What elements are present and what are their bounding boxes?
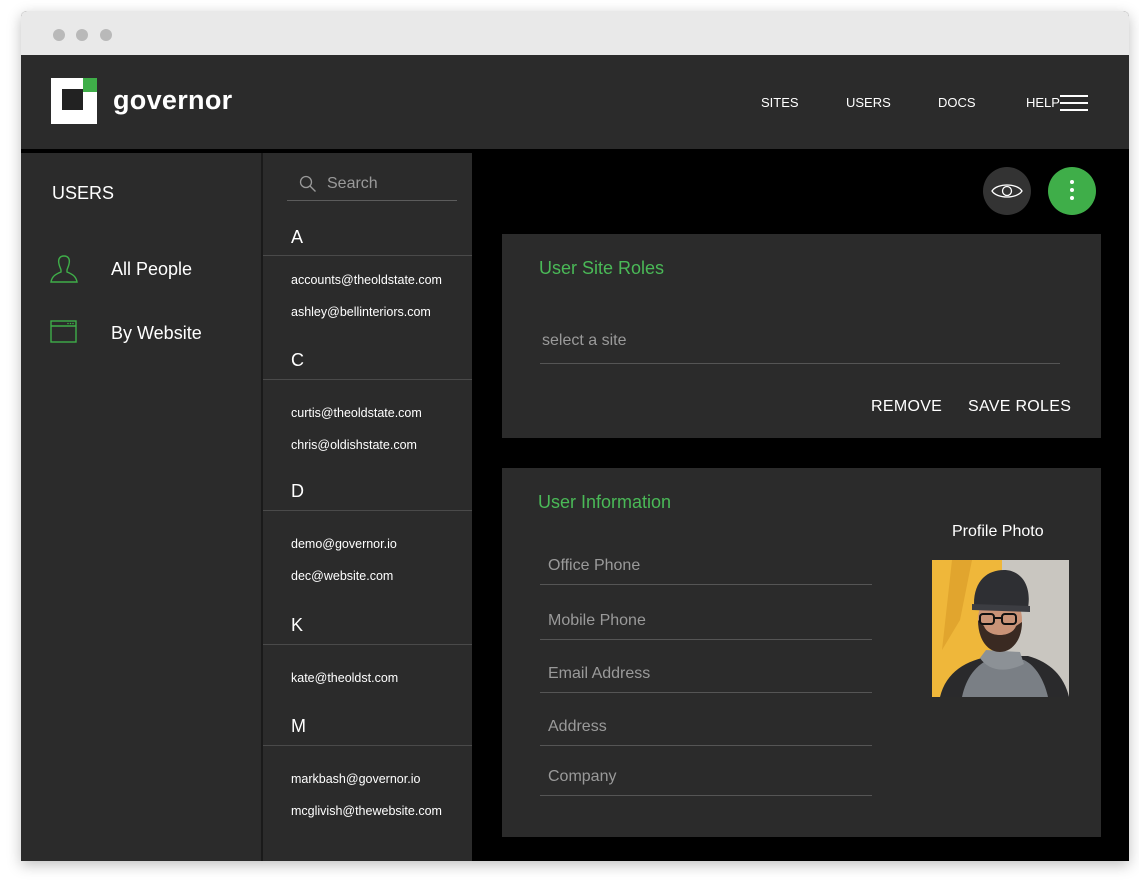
company-input[interactable] [540, 759, 872, 795]
group-divider [263, 510, 472, 511]
group-letter: C [291, 350, 304, 370]
user-email-item[interactable]: accounts@theoldstate.com [291, 273, 442, 287]
browser-chrome [21, 11, 1129, 55]
site-select[interactable]: select a site [540, 320, 1060, 364]
more-options-button[interactable] [1048, 167, 1096, 215]
window-dot-icon[interactable] [76, 29, 88, 41]
save-roles-button[interactable]: SAVE ROLES [968, 398, 1071, 416]
site-roles-title: User Site Roles [539, 258, 665, 278]
office-phone-field [540, 548, 872, 585]
group-letter: K [291, 615, 304, 635]
preview-button[interactable] [983, 167, 1031, 215]
nav-docs[interactable]: DOCS [938, 95, 976, 110]
user-email-item[interactable]: dec@website.com [291, 569, 393, 583]
brand-name: governor [113, 85, 233, 115]
sidebar-item-all-people[interactable]: All People [49, 253, 249, 287]
group-letter: D [291, 481, 304, 501]
user-email-item[interactable]: chris@oldishstate.com [291, 438, 417, 452]
more-vertical-icon [1070, 180, 1074, 184]
group-divider [263, 745, 472, 746]
search-input[interactable] [327, 173, 447, 195]
site-roles-card: User Site Roles select a site REMOVE SAV… [502, 234, 1101, 438]
nav-users[interactable]: USERS [846, 95, 891, 110]
user-information-card: User Information Profile Photo [502, 468, 1101, 837]
search-box [287, 169, 457, 201]
top-navbar: governor SITES USERS DOCS HELP [21, 55, 1129, 149]
company-field [540, 759, 872, 796]
hamburger-menu-icon[interactable] [1060, 95, 1088, 111]
group-divider [263, 644, 472, 645]
email-address-field [540, 656, 872, 693]
site-select-placeholder: select a site [542, 332, 627, 349]
address-input[interactable] [540, 709, 872, 745]
profile-photo[interactable] [932, 560, 1069, 697]
search-icon [299, 175, 316, 192]
user-list-column: A accounts@theoldstate.com ashley@bellin… [263, 153, 472, 861]
user-email-item[interactable]: mcglivish@thewebsite.com [291, 804, 442, 818]
user-email-item[interactable]: kate@theoldst.com [291, 671, 398, 685]
window-dot-icon[interactable] [100, 29, 112, 41]
remove-button[interactable]: REMOVE [871, 398, 942, 416]
nav-sites[interactable]: SITES [761, 95, 799, 110]
eye-icon [991, 184, 1023, 198]
group-divider [263, 379, 472, 380]
group-letter: A [291, 227, 304, 247]
user-email-item[interactable]: curtis@theoldstate.com [291, 406, 422, 420]
mobile-phone-input[interactable] [540, 603, 872, 639]
group-divider [263, 255, 472, 256]
profile-photo-image [932, 560, 1069, 697]
sidebar-title: USERS [52, 183, 115, 203]
sidebar-item-by-website[interactable]: By Website [49, 317, 249, 351]
person-icon [50, 255, 78, 283]
governor-logo-icon[interactable] [51, 78, 97, 124]
user-email-item[interactable]: demo@governor.io [291, 537, 397, 551]
sidebar: USERS All People By Website [21, 153, 261, 861]
app-window: governor SITES USERS DOCS HELP USERS All… [21, 11, 1129, 861]
mobile-phone-field [540, 603, 872, 640]
nav-help[interactable]: HELP [1026, 95, 1060, 110]
window-dot-icon[interactable] [53, 29, 65, 41]
office-phone-input[interactable] [540, 548, 872, 584]
email-address-input[interactable] [540, 656, 872, 692]
main-content: User Site Roles select a site REMOVE SAV… [472, 153, 1129, 861]
browser-window-icon [50, 320, 77, 343]
user-information-title: User Information [538, 492, 672, 512]
address-field [540, 709, 872, 746]
sidebar-item-label: All People [111, 259, 193, 279]
user-email-item[interactable]: markbash@governor.io [291, 772, 420, 786]
sidebar-item-label: By Website [111, 323, 202, 343]
user-email-item[interactable]: ashley@bellinteriors.com [291, 305, 431, 319]
group-letter: M [291, 716, 306, 736]
profile-photo-label: Profile Photo [952, 523, 1044, 540]
